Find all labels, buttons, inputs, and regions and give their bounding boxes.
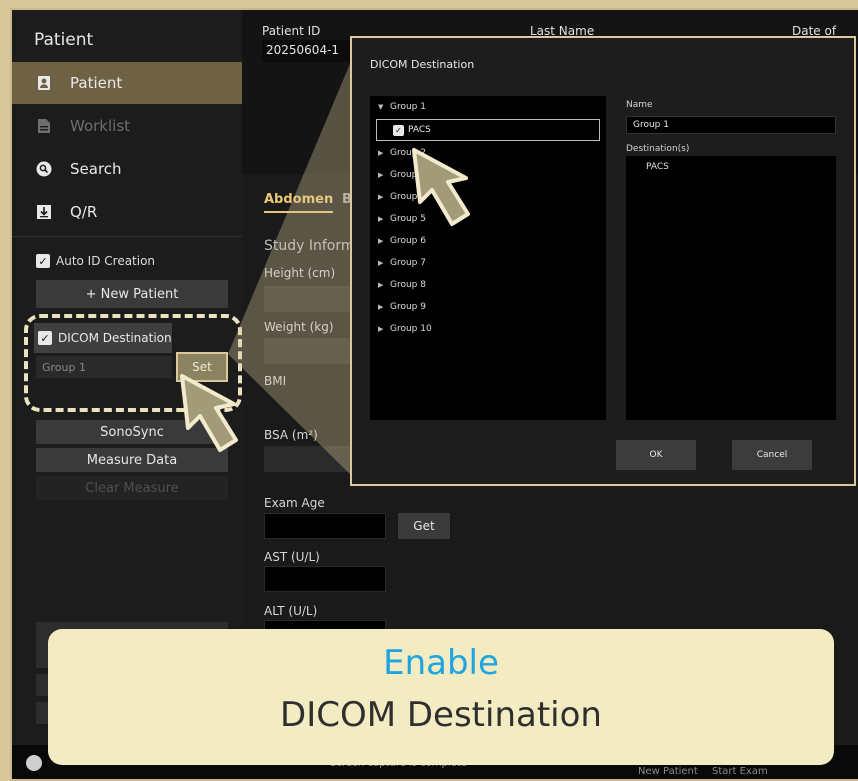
chevron-right-icon: ▶ — [378, 215, 384, 223]
chevron-right-icon: ▶ — [378, 149, 384, 157]
chevron-down-icon: ▼ — [378, 103, 384, 111]
tree-item-label: Group 9 — [390, 302, 426, 312]
chevron-right-icon: ▶ — [378, 193, 384, 201]
chevron-right-icon: ▶ — [378, 325, 384, 333]
destinations-label: Destination(s) — [626, 144, 690, 154]
tree-item-label: Group 7 — [390, 258, 426, 268]
chevron-right-icon: ▶ — [378, 281, 384, 289]
group-tree[interactable]: ▼ Group 1 ✓ PACS ▶ Group 2 ▶ Group 3 ▶ Grou… — [370, 96, 606, 420]
tree-item-label: Group 1 — [390, 102, 426, 112]
callout-line-1: Enable — [383, 643, 499, 683]
chevron-right-icon: ▶ — [378, 303, 384, 311]
pointer-arrow-icon — [412, 148, 470, 226]
chevron-right-icon: ▶ — [378, 237, 384, 245]
pointer-arrow-icon — [180, 374, 238, 452]
callout-line-2: DICOM Destination — [280, 695, 602, 735]
tree-item-group-8[interactable]: ▶ Group 8 — [378, 280, 426, 290]
ok-button[interactable]: OK — [616, 440, 696, 470]
cancel-button[interactable]: Cancel — [732, 440, 812, 470]
instruction-callout: Enable DICOM Destination — [48, 629, 834, 765]
tree-item-label: Group 6 — [390, 236, 426, 246]
list-item[interactable]: PACS — [646, 162, 816, 172]
name-label: Name — [626, 100, 653, 110]
tree-item-pacs[interactable]: ✓ PACS — [376, 119, 600, 141]
tree-item-group-9[interactable]: ▶ Group 9 — [378, 302, 426, 312]
tree-item-label: Group 10 — [390, 324, 432, 334]
tree-item-group-6[interactable]: ▶ Group 6 — [378, 236, 426, 246]
chevron-right-icon: ▶ — [378, 171, 384, 179]
tree-item-group-1[interactable]: ▼ Group 1 — [378, 102, 426, 112]
dialog-title: DICOM Destination — [370, 58, 475, 71]
dicom-destination-dialog: DICOM Destination ▼ Group 1 ✓ PACS ▶ Grou… — [350, 36, 856, 486]
tree-item-label: Group 8 — [390, 280, 426, 290]
destination-list[interactable]: PACS — [626, 156, 836, 420]
chevron-right-icon: ▶ — [378, 259, 384, 267]
checkmark-icon: ✓ — [393, 124, 404, 136]
tree-item-group-10[interactable]: ▶ Group 10 — [378, 324, 432, 334]
group-name-input[interactable]: Group 1 — [626, 116, 836, 134]
tree-item-label: PACS — [408, 125, 431, 135]
tree-item-group-7[interactable]: ▶ Group 7 — [378, 258, 426, 268]
